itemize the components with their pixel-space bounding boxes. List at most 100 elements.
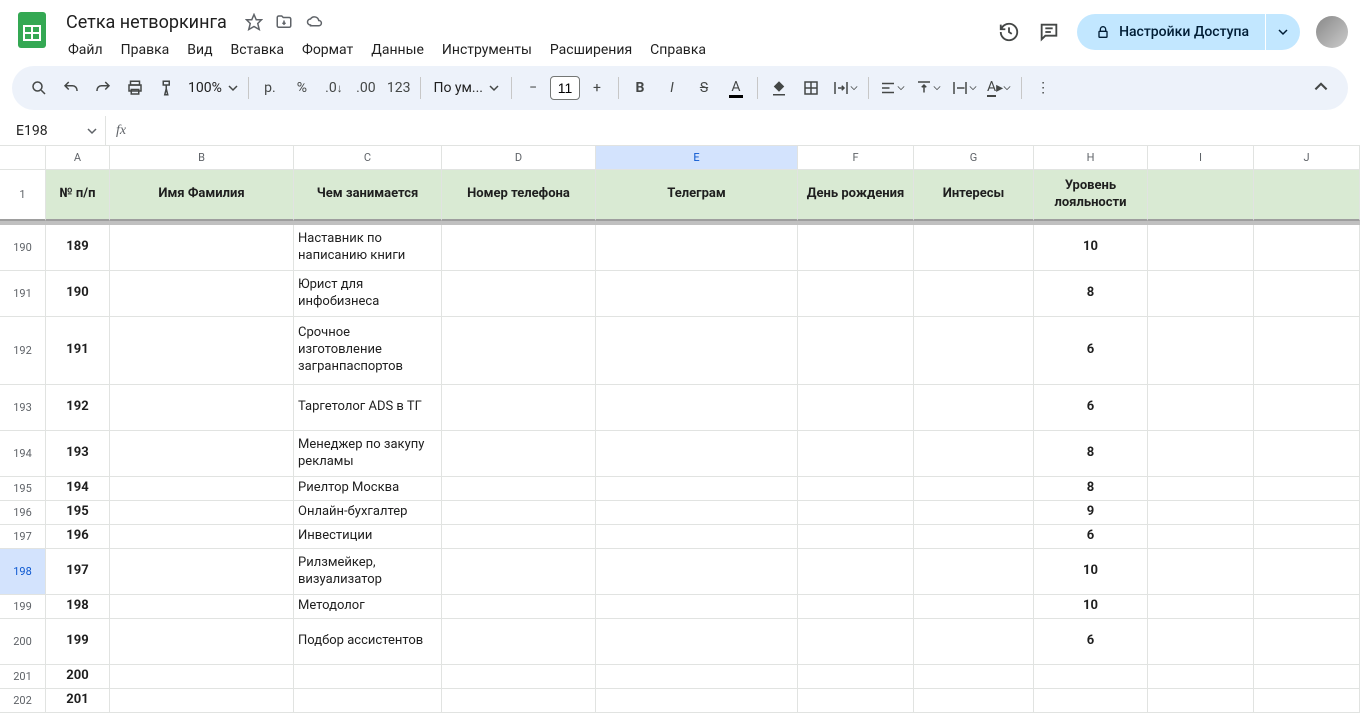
cell[interactable] bbox=[596, 501, 798, 525]
cell[interactable] bbox=[798, 225, 914, 271]
row-header[interactable]: 196 bbox=[0, 501, 46, 525]
cell[interactable] bbox=[596, 385, 798, 431]
paint-format-button[interactable] bbox=[152, 73, 182, 103]
cell[interactable] bbox=[442, 385, 596, 431]
cell[interactable]: 9 bbox=[1034, 501, 1148, 525]
cell[interactable] bbox=[110, 525, 294, 549]
cell[interactable]: Срочное изготовление загранпаспортов bbox=[294, 317, 442, 385]
currency-button[interactable]: р. bbox=[255, 73, 285, 103]
history-icon[interactable] bbox=[997, 20, 1021, 44]
cell[interactable] bbox=[442, 665, 596, 689]
cell[interactable]: 10 bbox=[1034, 549, 1148, 595]
row-header[interactable]: 1 bbox=[0, 170, 46, 221]
cell[interactable]: Методолог bbox=[294, 595, 442, 619]
cell[interactable]: Менеджер по закупу рекламы bbox=[294, 431, 442, 477]
cell[interactable]: 195 bbox=[46, 501, 110, 525]
menu-data[interactable]: Данные bbox=[363, 38, 432, 62]
cell[interactable] bbox=[110, 385, 294, 431]
merge-button[interactable] bbox=[828, 73, 862, 103]
cell[interactable]: 6 bbox=[1034, 385, 1148, 431]
cell[interactable] bbox=[1254, 431, 1360, 477]
cell[interactable]: 8 bbox=[1034, 477, 1148, 501]
cell[interactable] bbox=[442, 271, 596, 317]
cell[interactable] bbox=[1148, 271, 1254, 317]
row-header[interactable]: 195 bbox=[0, 477, 46, 501]
cell[interactable] bbox=[798, 501, 914, 525]
comment-icon[interactable] bbox=[1037, 20, 1061, 44]
header-cell[interactable]: День рождения bbox=[798, 170, 914, 221]
undo-button[interactable] bbox=[56, 73, 86, 103]
cell[interactable] bbox=[798, 595, 914, 619]
redo-button[interactable] bbox=[88, 73, 118, 103]
cell[interactable] bbox=[798, 689, 914, 713]
cell[interactable] bbox=[596, 665, 798, 689]
cell[interactable]: Наставник по написанию книги bbox=[294, 225, 442, 271]
col-header-E[interactable]: E bbox=[596, 146, 798, 169]
star-icon[interactable] bbox=[245, 13, 263, 31]
cell[interactable]: 194 bbox=[46, 477, 110, 501]
menu-insert[interactable]: Вставка bbox=[223, 38, 292, 62]
search-icon[interactable] bbox=[24, 73, 54, 103]
row-header[interactable]: 193 bbox=[0, 385, 46, 431]
cell[interactable]: 196 bbox=[46, 525, 110, 549]
col-header-C[interactable]: C bbox=[294, 146, 442, 169]
row-header[interactable]: 192 bbox=[0, 317, 46, 385]
row-header[interactable]: 190 bbox=[0, 225, 46, 271]
cell[interactable] bbox=[596, 549, 798, 595]
header-cell[interactable]: Интересы bbox=[914, 170, 1034, 221]
cell[interactable] bbox=[442, 477, 596, 501]
cell[interactable]: Юрист для инфобизнеса bbox=[294, 271, 442, 317]
cell[interactable]: Таргетолог ADS в ТГ bbox=[294, 385, 442, 431]
formula-input[interactable] bbox=[136, 116, 1360, 145]
halign-button[interactable] bbox=[875, 73, 909, 103]
cell[interactable] bbox=[110, 595, 294, 619]
cell[interactable] bbox=[1148, 595, 1254, 619]
row-header[interactable]: 197 bbox=[0, 525, 46, 549]
cell[interactable]: Рилзмейкер, визуализатор bbox=[294, 549, 442, 595]
cell[interactable] bbox=[596, 689, 798, 713]
cell[interactable] bbox=[294, 689, 442, 713]
cell[interactable] bbox=[110, 501, 294, 525]
avatar[interactable] bbox=[1316, 16, 1348, 48]
move-icon[interactable] bbox=[275, 13, 293, 31]
cell[interactable]: 6 bbox=[1034, 317, 1148, 385]
col-header-H[interactable]: H bbox=[1034, 146, 1148, 169]
cell[interactable] bbox=[1034, 689, 1148, 713]
cell[interactable]: 10 bbox=[1034, 595, 1148, 619]
cell[interactable] bbox=[798, 317, 914, 385]
cell[interactable] bbox=[914, 225, 1034, 271]
cell[interactable] bbox=[442, 431, 596, 477]
cell[interactable] bbox=[1148, 431, 1254, 477]
row-header[interactable]: 194 bbox=[0, 431, 46, 477]
cell[interactable] bbox=[914, 271, 1034, 317]
header-cell[interactable] bbox=[1148, 170, 1254, 221]
cell[interactable] bbox=[1148, 689, 1254, 713]
cell[interactable]: 197 bbox=[46, 549, 110, 595]
cell[interactable] bbox=[110, 225, 294, 271]
cell[interactable] bbox=[1148, 549, 1254, 595]
share-button[interactable]: Настройки Доступа bbox=[1077, 14, 1265, 50]
cell[interactable] bbox=[442, 549, 596, 595]
cell[interactable] bbox=[596, 431, 798, 477]
bold-button[interactable]: B bbox=[625, 73, 655, 103]
cell[interactable] bbox=[1254, 595, 1360, 619]
col-header-F[interactable]: F bbox=[798, 146, 914, 169]
cell[interactable] bbox=[1148, 619, 1254, 665]
cell[interactable]: 192 bbox=[46, 385, 110, 431]
cell[interactable] bbox=[798, 525, 914, 549]
row-header[interactable]: 191 bbox=[0, 271, 46, 317]
cell[interactable] bbox=[798, 477, 914, 501]
cell[interactable] bbox=[914, 619, 1034, 665]
cell[interactable] bbox=[1254, 317, 1360, 385]
cell[interactable]: Риелтор Москва bbox=[294, 477, 442, 501]
cell[interactable] bbox=[1148, 501, 1254, 525]
cell[interactable] bbox=[1254, 525, 1360, 549]
row-header[interactable]: 200 bbox=[0, 619, 46, 665]
row-header[interactable]: 202 bbox=[0, 689, 46, 713]
cell[interactable] bbox=[596, 525, 798, 549]
header-cell[interactable]: Номер телефона bbox=[442, 170, 596, 221]
menu-view[interactable]: Вид bbox=[179, 38, 220, 62]
cell[interactable] bbox=[914, 689, 1034, 713]
col-header-D[interactable]: D bbox=[442, 146, 596, 169]
cell[interactable]: 200 bbox=[46, 665, 110, 689]
